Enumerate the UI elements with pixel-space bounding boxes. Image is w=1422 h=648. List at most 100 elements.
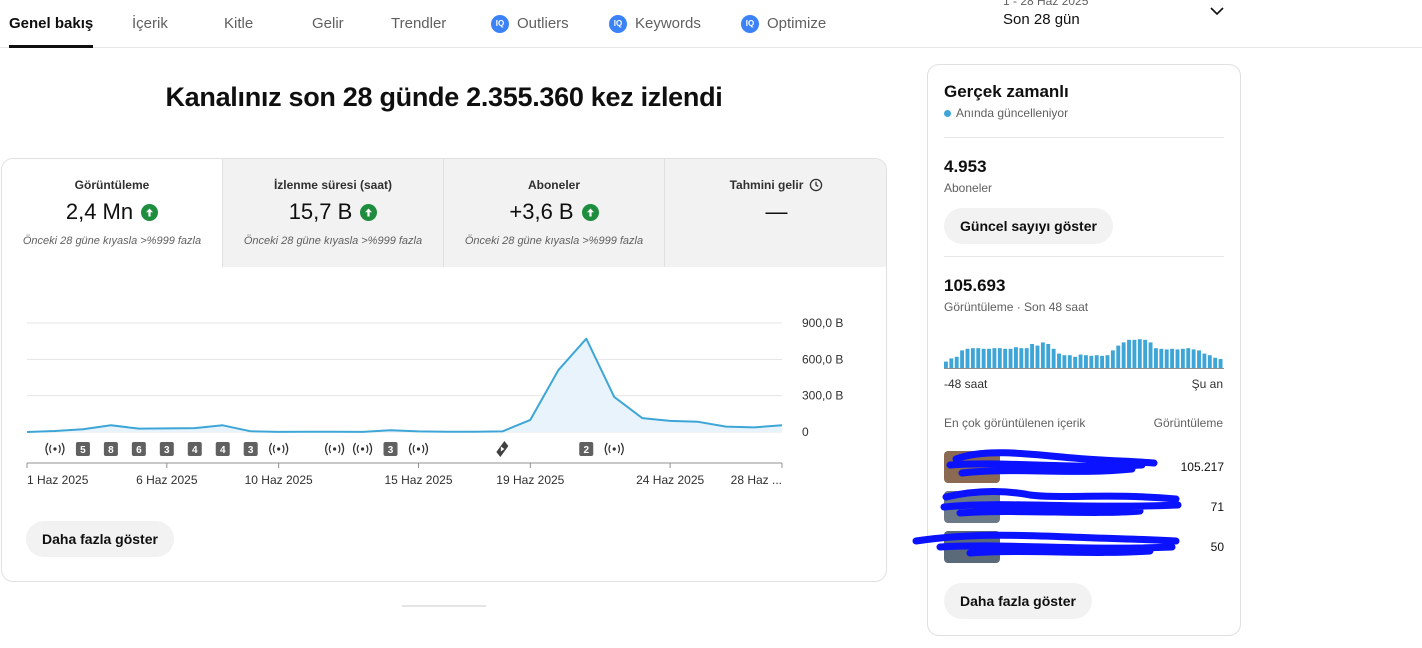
metric-label: Aboneler xyxy=(527,178,580,192)
realtime-bar xyxy=(1040,342,1045,368)
metric-views[interactable]: Görüntüleme 2,4 Mn Önceki 28 güne kıyasl… xyxy=(2,159,223,267)
trend-up-icon xyxy=(141,203,159,221)
divider xyxy=(944,137,1224,138)
realtime-bar xyxy=(976,348,981,368)
video-count-label: 6 xyxy=(136,445,142,456)
realtime-bar xyxy=(1008,348,1013,368)
vidiq-icon: IQ xyxy=(741,14,759,33)
realtime-bar xyxy=(944,361,948,368)
date-range-selector[interactable]: 1 - 28 Haz 2025 Son 28 gün xyxy=(1003,0,1088,28)
x-tick-label: 28 Haz ... xyxy=(731,473,782,487)
realtime-bar xyxy=(1175,349,1180,368)
realtime-bar xyxy=(1116,345,1121,368)
realtime-bar xyxy=(1084,355,1088,368)
realtime-bar xyxy=(1170,348,1175,368)
chevron-down-icon[interactable] xyxy=(1208,4,1226,18)
video-count-label: 8 xyxy=(108,445,114,456)
date-range-dates: 1 - 28 Haz 2025 xyxy=(1003,0,1089,8)
realtime-bar xyxy=(1110,350,1115,368)
show-live-count-button[interactable]: Güncel sayıyı göster xyxy=(944,208,1113,244)
realtime-bar xyxy=(987,348,991,368)
realtime-bar xyxy=(997,348,1002,368)
realtime-bar xyxy=(1207,355,1212,368)
realtime-title: Gerçek zamanlı xyxy=(944,82,1069,101)
x-tick-label: 24 Haz 2025 xyxy=(636,473,704,487)
realtime-bar xyxy=(1213,357,1218,368)
realtime-bar xyxy=(1186,348,1191,368)
realtime-status: Anında güncelleniyor xyxy=(944,106,1068,120)
top-content-row[interactable]: 105.217 xyxy=(944,449,1224,485)
tab-optimize[interactable]: IQ Optimize xyxy=(741,0,826,47)
metric-label: Görüntüleme xyxy=(74,178,150,192)
tab-audience[interactable]: Kitle xyxy=(224,0,253,47)
realtime-bar xyxy=(1073,356,1078,368)
tab-overview[interactable]: Genel bakış xyxy=(9,0,94,48)
realtime-bar xyxy=(1127,339,1131,368)
metric-watch-time[interactable]: İzlenme süresi (saat) 15,7 B Önceki 28 g… xyxy=(223,159,444,267)
tab-label: Keywords xyxy=(635,14,701,32)
video-count-label: 3 xyxy=(248,445,254,456)
live-stream-icon xyxy=(360,447,365,451)
video-count-label: 2 xyxy=(583,445,589,456)
realtime-subscribers-value: 4.953 xyxy=(944,157,987,176)
realtime-bar xyxy=(1100,355,1105,368)
realtime-bar xyxy=(1035,345,1040,368)
trend-up-icon xyxy=(360,203,378,221)
divider xyxy=(944,256,1224,257)
realtime-bar xyxy=(1197,350,1201,368)
views-area xyxy=(27,338,782,432)
tab-revenue[interactable]: Gelir xyxy=(312,0,344,47)
metric-estimated-revenue[interactable]: Tahmini gelir — xyxy=(665,159,886,267)
realtime-bar xyxy=(1105,355,1110,368)
vidiq-icon: IQ xyxy=(609,14,627,33)
realtime-bar xyxy=(1094,355,1099,368)
clock-icon xyxy=(810,178,823,192)
redaction-scribble xyxy=(946,449,1158,477)
top-content-row[interactable]: 50 xyxy=(912,531,1224,565)
realtime-bar xyxy=(960,350,965,368)
tab-label: Kitle xyxy=(224,14,254,32)
tab-label: Gelir xyxy=(312,14,344,32)
show-more-button[interactable]: Daha fazla göster xyxy=(26,521,174,557)
realtime-bar xyxy=(1057,353,1061,368)
realtime-bar xyxy=(1014,347,1018,368)
realtime-bar xyxy=(1148,342,1153,368)
realtime-views-label: Görüntüleme · Son 48 saat xyxy=(944,300,1089,314)
show-more-button[interactable]: Daha fazla göster xyxy=(944,583,1092,619)
y-tick-label: 900,0 B xyxy=(802,316,843,330)
top-content-row[interactable]: 71 xyxy=(940,488,1224,525)
views-line xyxy=(26,337,783,433)
metric-value: 2,4 Mn xyxy=(65,199,134,224)
realtime-status-label: Anında güncelleniyor xyxy=(956,106,1069,120)
trend-up-icon xyxy=(581,203,599,221)
realtime-bar xyxy=(1137,339,1142,368)
live-stream-icon xyxy=(416,447,421,451)
metric-value: — xyxy=(765,199,788,224)
realtime-bar xyxy=(1159,348,1164,368)
video-count-label: 4 xyxy=(192,445,198,456)
tab-outliers[interactable]: IQ Outliers xyxy=(491,0,569,47)
x-tick-label: 6 Haz 2025 xyxy=(136,473,198,487)
overview-card: Görüntüleme 2,4 Mn Önceki 28 güne kıyasl… xyxy=(1,158,887,582)
metric-subscribers[interactable]: Aboneler +3,6 B Önceki 28 güne kıyasla >… xyxy=(444,159,665,267)
top-content-header: En çok görüntülenen içerik xyxy=(944,416,1086,430)
views-chart-svg: 900,0 B 600,0 B 300,0 B 0 5 8 6 3 4 4 3 3 2 1 Haz 202… xyxy=(26,316,843,487)
realtime-bar xyxy=(1164,349,1169,368)
realtime-bar xyxy=(1121,342,1126,368)
analytics-tab-bar: Genel bakış İçerik Kitle Gelir Trendler … xyxy=(0,0,1422,48)
metric-comparison: Önceki 28 güne kıyasla >%999 fazla xyxy=(464,235,644,247)
tab-keywords[interactable]: IQ Keywords xyxy=(609,0,701,47)
realtime-bar xyxy=(1132,339,1137,368)
realtime-bar xyxy=(1089,355,1094,368)
realtime-bar xyxy=(1191,349,1196,368)
tab-label: Trendler xyxy=(391,14,447,32)
y-tick-label: 0 xyxy=(802,425,809,439)
tab-trends[interactable]: Trendler xyxy=(391,0,446,47)
metric-comparison: Önceki 28 güne kıyasla >%999 fazla xyxy=(22,235,202,247)
tab-content[interactable]: İçerik xyxy=(132,0,168,47)
realtime-views-bar-chart xyxy=(944,339,1224,369)
realtime-bar xyxy=(981,348,986,368)
vidiq-icon: IQ xyxy=(491,14,509,33)
realtime-bar xyxy=(1019,348,1024,368)
x-tick-label: 15 Haz 2025 xyxy=(384,473,452,487)
